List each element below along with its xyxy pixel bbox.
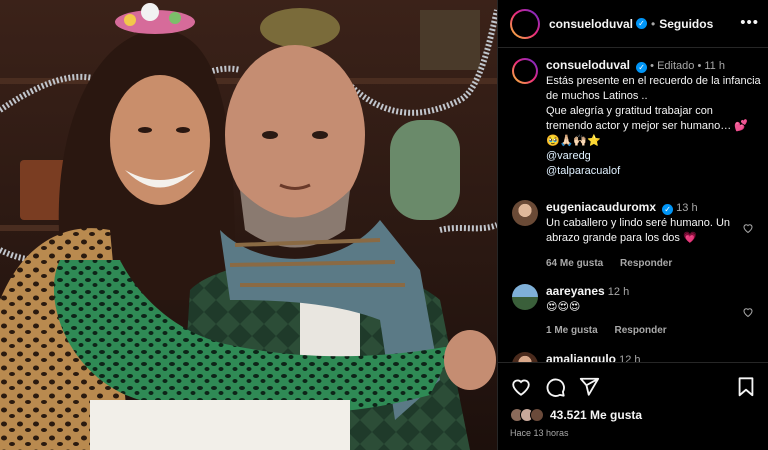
- commenter-avatar[interactable]: [512, 200, 538, 226]
- likes-count[interactable]: 43.521 Me gusta: [550, 408, 642, 422]
- verified-badge-icon: ✓: [636, 18, 648, 29]
- mention-link[interactable]: @varedg: [546, 149, 762, 164]
- author-username[interactable]: consueloduval: [549, 17, 633, 31]
- comment-item: eugeniacauduromx ✓ 13 h Un caballero y l…: [512, 200, 762, 271]
- commenter-avatar[interactable]: [512, 284, 538, 310]
- verified-badge-icon: ✓: [662, 204, 674, 215]
- likes-row: 43.521 Me gusta: [510, 408, 757, 422]
- comment-text: Un caballero y lindo seré humano. Un abr…: [546, 217, 731, 244]
- post-photo[interactable]: [0, 0, 497, 450]
- caption-age: 11 h: [704, 60, 725, 72]
- post-sidebar: consueloduval ✓ • Seguidos ••• consuelod…: [497, 0, 768, 450]
- verified-badge-icon: ✓: [636, 62, 648, 73]
- comment-item: amaliangulo 12 h: [512, 352, 762, 362]
- separator-dot: •: [651, 16, 656, 31]
- author-avatar[interactable]: [510, 9, 540, 39]
- comment-icon[interactable]: [544, 376, 566, 398]
- reply-button[interactable]: Responder: [620, 258, 672, 269]
- commenter-username[interactable]: amaliangulo: [546, 352, 616, 362]
- liker-avatar: [530, 408, 544, 422]
- reply-button[interactable]: Responder: [614, 325, 666, 336]
- edited-label: Editado: [657, 60, 695, 72]
- post-caption: consueloduval ✓ • Editado • 11 h Estás p…: [512, 58, 762, 179]
- commenter-avatar[interactable]: [512, 352, 538, 362]
- comment-likes[interactable]: 1 Me gusta: [546, 325, 598, 336]
- comment-age: 12 h: [619, 354, 641, 362]
- post-actions: 43.521 Me gusta Hace 13 horas: [498, 362, 768, 450]
- caption-emojis: 🥹🙏🏻🙌🏻⭐: [546, 135, 601, 147]
- caption-avatar[interactable]: [512, 58, 538, 84]
- comment-item: aareyanes 12 h 😍😍😍 1 Me gusta Responder: [512, 284, 762, 338]
- like-comment-icon[interactable]: [742, 222, 754, 234]
- commenter-username[interactable]: eugeniacauduromx: [546, 200, 656, 214]
- caption-username[interactable]: consueloduval: [546, 58, 630, 72]
- following-button[interactable]: Seguidos: [659, 17, 713, 31]
- post-header: consueloduval ✓ • Seguidos •••: [498, 0, 768, 48]
- heart-icon[interactable]: [510, 376, 532, 398]
- like-comment-icon[interactable]: [742, 306, 754, 318]
- comment-age: 12 h: [607, 286, 630, 298]
- more-options-icon[interactable]: •••: [740, 14, 759, 31]
- comment-likes[interactable]: 64 Me gusta: [546, 258, 603, 269]
- mention-link[interactable]: @talparacualof: [546, 164, 762, 179]
- caption-text: Estás presente en el recuerdo de la infa…: [546, 75, 761, 132]
- post-photo-illustration: [0, 0, 497, 450]
- share-icon[interactable]: [578, 376, 600, 398]
- post-timestamp[interactable]: Hace 13 horas: [510, 428, 757, 438]
- bookmark-icon[interactable]: [735, 376, 757, 398]
- comment-age: 13 h: [676, 202, 698, 214]
- commenter-username[interactable]: aareyanes: [546, 284, 605, 298]
- comment-text: 😍😍😍: [546, 301, 581, 313]
